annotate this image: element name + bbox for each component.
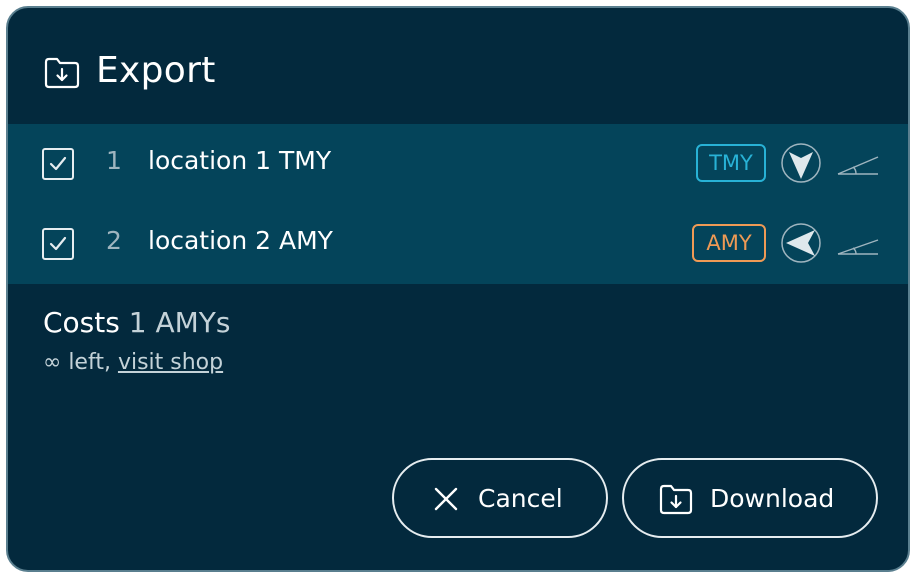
dialog-title: Export — [96, 50, 216, 91]
location-checkbox[interactable] — [42, 148, 74, 180]
costs-amount: 1 AMYs — [128, 306, 231, 339]
location-list: 1 location 1 TMY TMY 2 location 2 AMY AM… — [8, 124, 908, 284]
download-label: Download — [710, 484, 835, 513]
folder-download-icon — [658, 484, 694, 522]
compass-south-icon[interactable] — [780, 142, 822, 188]
check-icon — [49, 236, 67, 251]
remaining-credits: ∞ left, visit shop — [43, 350, 223, 375]
location-checkbox[interactable] — [42, 228, 74, 260]
location-number: 2 — [106, 226, 122, 255]
close-icon — [432, 484, 460, 520]
cancel-button[interactable]: Cancel — [392, 458, 608, 538]
visit-shop-link[interactable]: visit shop — [118, 350, 223, 375]
data-type-badge: TMY — [696, 144, 766, 182]
remaining-label: ∞ left, — [43, 350, 111, 375]
compass-west-icon[interactable] — [780, 222, 822, 268]
data-type-badge: AMY — [692, 224, 766, 262]
cancel-label: Cancel — [478, 484, 563, 513]
folder-download-icon — [43, 56, 81, 90]
location-name: location 1 TMY — [148, 146, 332, 175]
location-row: 2 location 2 AMY AMY — [8, 204, 908, 284]
costs-summary: Costs 1 AMYs — [43, 306, 230, 339]
location-number: 1 — [106, 146, 122, 175]
download-button[interactable]: Download — [622, 458, 878, 538]
costs-label: Costs — [43, 306, 120, 339]
export-dialog: Export 1 location 1 TMY TMY 2 location 2… — [6, 6, 910, 572]
dialog-header: Export — [8, 8, 908, 124]
tilt-angle-icon — [836, 234, 880, 260]
location-name: location 2 AMY — [148, 226, 333, 255]
location-row: 1 location 1 TMY TMY — [8, 124, 908, 204]
tilt-angle-icon — [836, 154, 880, 180]
check-icon — [49, 156, 67, 171]
